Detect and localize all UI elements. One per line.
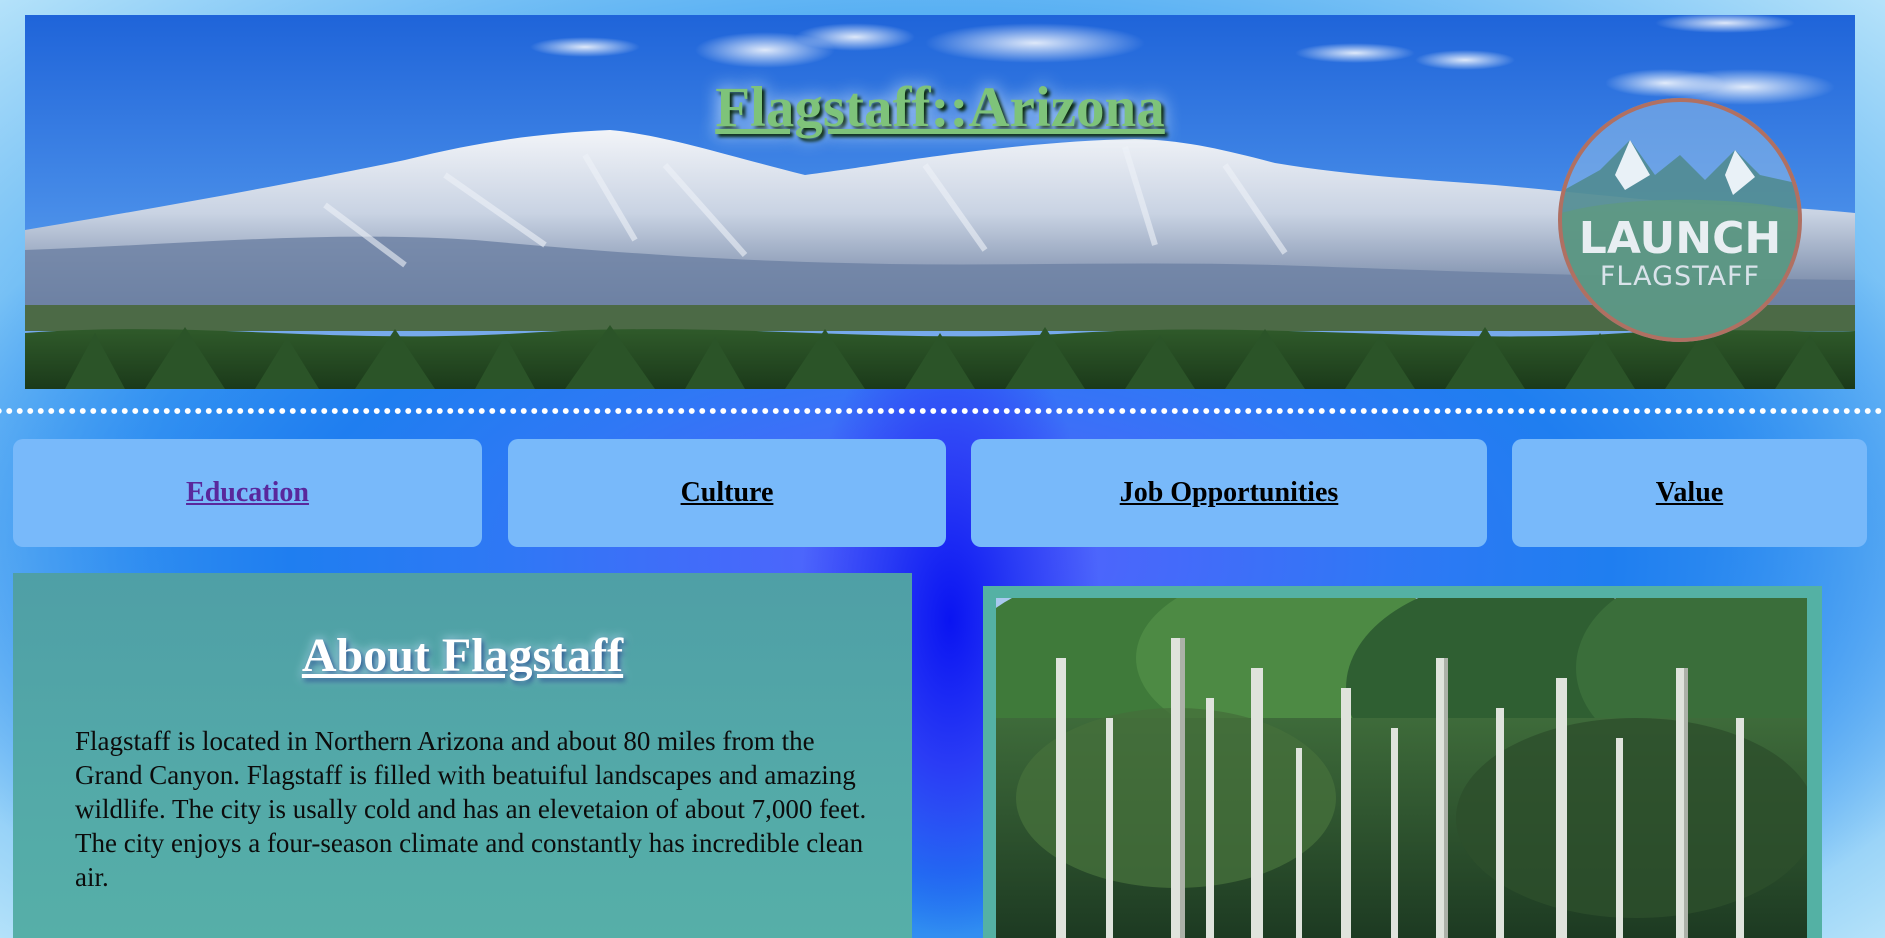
- nav-link-culture[interactable]: Culture: [681, 477, 774, 509]
- nav-item-education[interactable]: Education: [13, 439, 482, 547]
- about-title: About Flagstaff: [301, 629, 624, 682]
- nav-item-job-opportunities[interactable]: Job Opportunities: [971, 439, 1487, 547]
- logo-text-sub: FLAGSTAFF: [1600, 261, 1760, 292]
- header-banner: Flagstaff::Arizona LAUNCH FLAGSTAFF: [25, 15, 1855, 389]
- nav-link-value[interactable]: Value: [1656, 477, 1723, 509]
- aspen-forest-image: [996, 598, 1807, 938]
- dotted-divider: [0, 405, 1885, 417]
- logo-text-main: LAUNCH: [1579, 213, 1781, 264]
- launch-flagstaff-logo: LAUNCH FLAGSTAFF: [1555, 95, 1805, 345]
- about-text: Flagstaff is located in Northern Arizona…: [75, 726, 867, 892]
- nav-link-education[interactable]: Education: [186, 477, 309, 509]
- nav-item-culture[interactable]: Culture: [508, 439, 946, 547]
- nav-link-job-opportunities[interactable]: Job Opportunities: [1120, 477, 1339, 509]
- nav-item-value[interactable]: Value: [1512, 439, 1867, 547]
